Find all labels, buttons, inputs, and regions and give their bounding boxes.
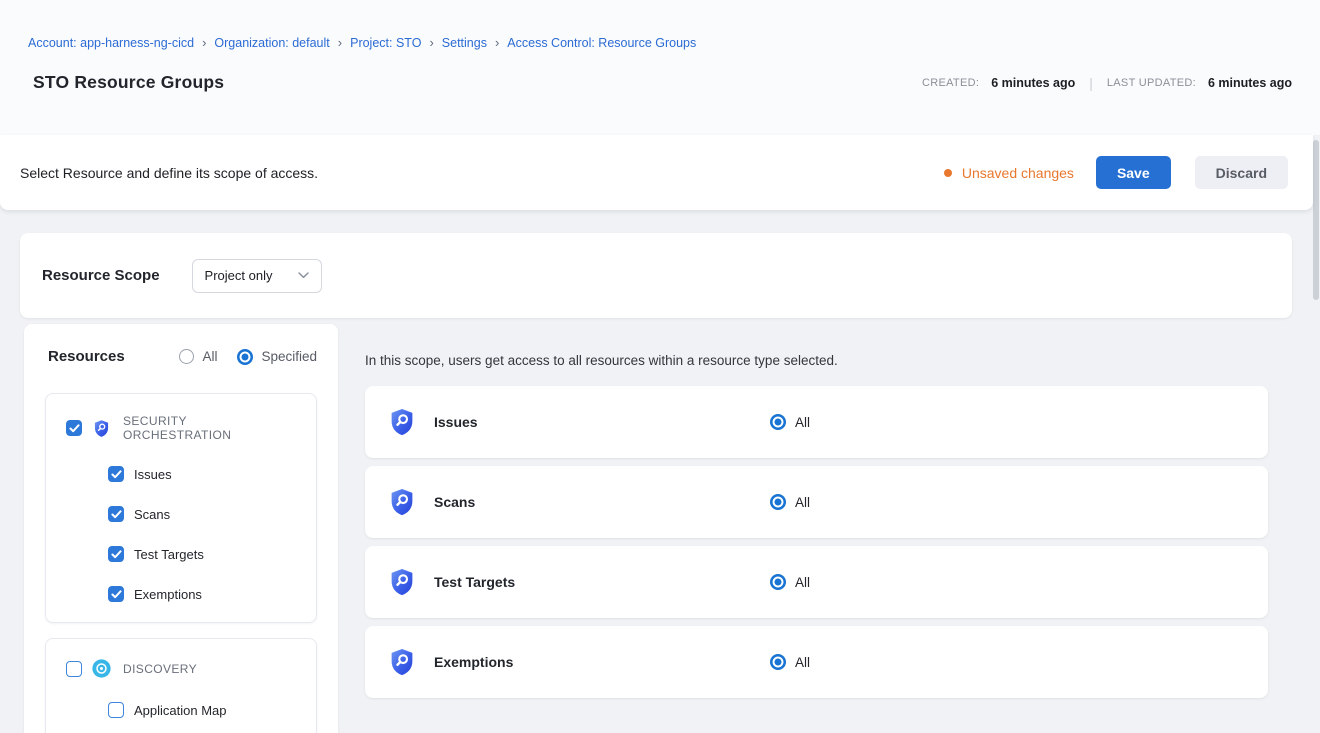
meta-divider: |: [1087, 75, 1095, 91]
last-updated-value: 6 minutes ago: [1208, 76, 1292, 90]
radio-selected-icon[interactable]: [770, 654, 786, 670]
resource-access-radio[interactable]: All: [770, 414, 810, 430]
resource-access-card: Scans All: [365, 466, 1268, 538]
resources-sidebar: Resources All Specified: [24, 324, 338, 733]
item-checkbox[interactable]: [108, 546, 124, 562]
chevron-down-icon: [298, 272, 309, 279]
resource-group-box: DISCOVERY Application Map: [45, 638, 317, 733]
item-label: Application Map: [134, 703, 227, 718]
radio-specified-icon[interactable]: [237, 349, 253, 365]
breadcrumb-organization-link[interactable]: Organization: default: [214, 36, 329, 50]
resource-name: Scans: [434, 494, 475, 510]
tree-item: Test Targets: [108, 546, 296, 562]
radio-all-label: All: [202, 349, 217, 364]
breadcrumb: Account: app-harness-ng-cicd › Organizat…: [28, 36, 1292, 50]
radio-selected-icon[interactable]: [770, 414, 786, 430]
discovery-icon: [92, 659, 111, 678]
tree-item: Application Map: [108, 702, 296, 718]
item-checkbox[interactable]: [108, 466, 124, 482]
resources-mode-radio-group: All Specified: [179, 349, 317, 365]
resource-name: Issues: [434, 414, 478, 430]
resource-access-card: Issues All: [365, 386, 1268, 458]
tree-item: Issues: [108, 466, 296, 482]
radio-specified[interactable]: Specified: [237, 349, 317, 365]
breadcrumb-separator-icon: ›: [202, 35, 206, 50]
unsaved-dot-icon: [944, 169, 952, 177]
unsaved-changes-label: Unsaved changes: [962, 165, 1074, 181]
tree-item: Scans: [108, 506, 296, 522]
resource-scope-card: Resource Scope Project only: [20, 233, 1292, 318]
group-label: DISCOVERY: [123, 662, 197, 676]
resource-access-main: In this scope, users get access to all r…: [365, 324, 1268, 706]
breadcrumb-settings-link[interactable]: Settings: [442, 36, 487, 50]
radio-all-icon[interactable]: [179, 349, 194, 364]
resource-scope-selected-value: Project only: [205, 268, 273, 283]
resource-access-card: Exemptions All: [365, 626, 1268, 698]
breadcrumb-separator-icon: ›: [338, 35, 342, 50]
resource-name: Exemptions: [434, 654, 513, 670]
page-header: Account: app-harness-ng-cicd › Organizat…: [0, 0, 1320, 135]
created-value: 6 minutes ago: [991, 76, 1075, 90]
radio-selected-icon[interactable]: [770, 574, 786, 590]
item-label: Test Targets: [134, 547, 204, 562]
resources-title: Resources: [48, 348, 125, 365]
radio-all[interactable]: All: [179, 349, 217, 364]
save-button[interactable]: Save: [1096, 156, 1171, 189]
security-orchestration-shield-icon: [387, 487, 417, 517]
item-label: Exemptions: [134, 587, 202, 602]
group-checkbox[interactable]: [66, 661, 82, 677]
security-orchestration-shield-icon: [387, 567, 417, 597]
resource-access-label: All: [795, 575, 810, 590]
resource-access-radio[interactable]: All: [770, 494, 810, 510]
resource-group-box: SECURITY ORCHESTRATION Issues Scans Test…: [45, 393, 317, 623]
resource-access-radio[interactable]: All: [770, 574, 810, 590]
resource-rows: Issues All Scans All Test Targets All: [365, 386, 1268, 698]
radio-specified-label: Specified: [261, 349, 317, 364]
scope-description: In this scope, users get access to all r…: [365, 353, 1268, 368]
resource-scope-select[interactable]: Project only: [192, 259, 322, 293]
item-checkbox[interactable]: [108, 506, 124, 522]
breadcrumb-separator-icon: ›: [495, 35, 499, 50]
resource-access-card: Test Targets All: [365, 546, 1268, 618]
resource-scope-label: Resource Scope: [42, 267, 160, 284]
item-checkbox[interactable]: [108, 702, 124, 718]
group-label: SECURITY ORCHESTRATION: [123, 414, 296, 442]
item-checkbox[interactable]: [108, 586, 124, 602]
resource-access-label: All: [795, 495, 810, 510]
tree-item: Exemptions: [108, 586, 296, 602]
discard-button[interactable]: Discard: [1195, 156, 1288, 189]
resource-tree: SECURITY ORCHESTRATION Issues Scans Test…: [45, 393, 317, 733]
resource-access-label: All: [795, 655, 810, 670]
security-orchestration-shield-icon: [92, 419, 111, 438]
item-label: Scans: [134, 507, 170, 522]
item-label: Issues: [134, 467, 172, 482]
breadcrumb-separator-icon: ›: [429, 35, 433, 50]
security-orchestration-shield-icon: [387, 407, 417, 437]
created-label: CREATED:: [922, 77, 979, 89]
resource-name: Test Targets: [434, 574, 515, 590]
last-updated-label: LAST UPDATED:: [1107, 77, 1196, 89]
group-checkbox[interactable]: [66, 420, 82, 436]
resource-access-radio[interactable]: All: [770, 654, 810, 670]
breadcrumb-account-link[interactable]: Account: app-harness-ng-cicd: [28, 36, 194, 50]
resource-groups-page: Account: app-harness-ng-cicd › Organizat…: [0, 0, 1320, 733]
radio-selected-icon[interactable]: [770, 494, 786, 510]
unsaved-changes-indicator: Unsaved changes: [944, 165, 1074, 181]
page-title: STO Resource Groups: [33, 72, 224, 93]
breadcrumb-resource-groups-link[interactable]: Access Control: Resource Groups: [507, 36, 696, 50]
toolbar-description: Select Resource and define its scope of …: [20, 165, 944, 181]
vertical-scrollbar-thumb[interactable]: [1313, 140, 1319, 300]
breadcrumb-project-link[interactable]: Project: STO: [350, 36, 421, 50]
security-orchestration-shield-icon: [387, 647, 417, 677]
page-meta: CREATED: 6 minutes ago | LAST UPDATED: 6…: [922, 75, 1292, 91]
resource-access-label: All: [795, 415, 810, 430]
toolbar: Select Resource and define its scope of …: [0, 135, 1313, 210]
